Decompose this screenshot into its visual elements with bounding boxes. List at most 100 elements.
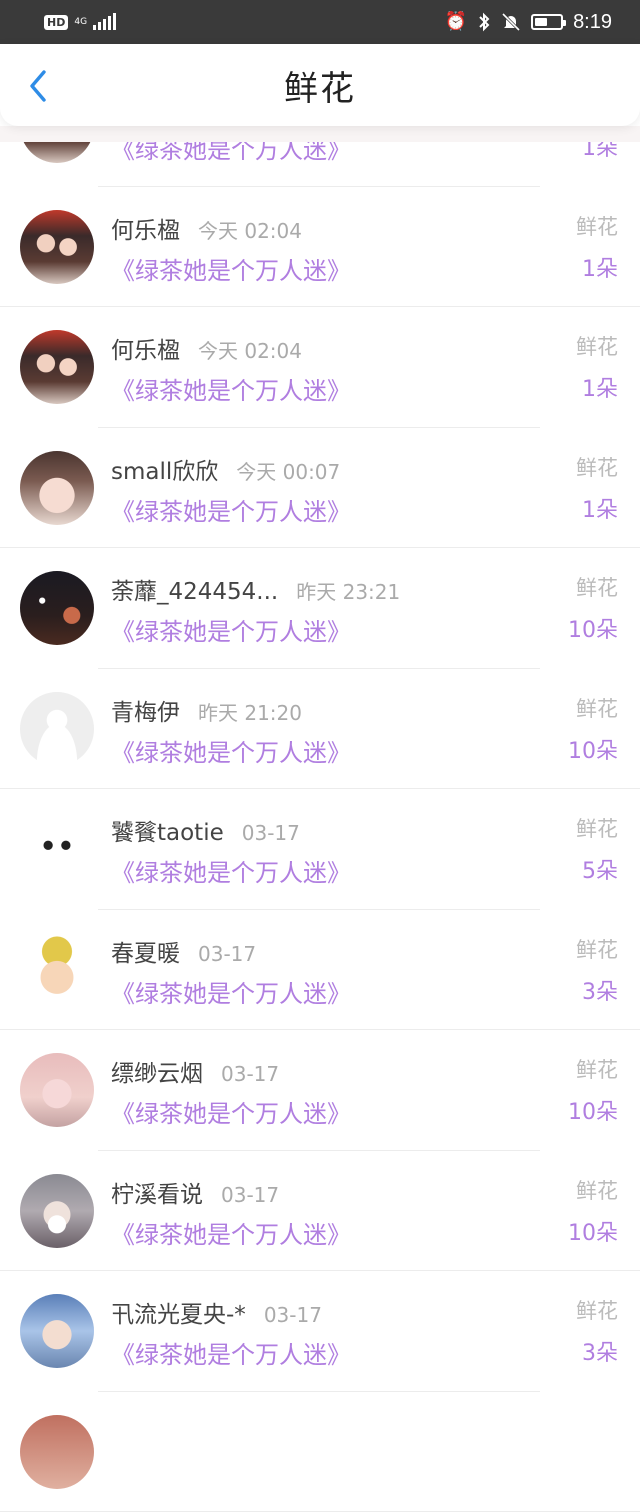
avatar-default[interactable] bbox=[20, 692, 94, 766]
timestamp: 03-17 bbox=[221, 1062, 279, 1086]
gift-type-label: 鲜花 bbox=[576, 452, 618, 482]
gift-count: 1朵 bbox=[582, 251, 618, 283]
username-text[interactable]: 饕餮taotie bbox=[111, 820, 224, 846]
gift-count: 5朵 bbox=[582, 853, 618, 885]
nav-header: 鲜花 bbox=[0, 44, 640, 126]
gift-count: 10朵 bbox=[568, 733, 618, 765]
username-text[interactable]: small欣欣 bbox=[111, 459, 218, 485]
status-time: 8:19 bbox=[573, 11, 612, 34]
username[interactable]: 卂流光夏央-* 03-17 bbox=[111, 1295, 322, 1329]
timestamp: 今天 02:04 bbox=[198, 219, 302, 243]
username-text[interactable]: 柠溪看说 bbox=[111, 1182, 203, 1208]
timestamp: 03-17 bbox=[242, 821, 300, 845]
username[interactable]: 青梅伊昨天 21:20 bbox=[111, 693, 302, 727]
book-title-link[interactable]: 《绿茶她是个万人迷》 bbox=[111, 371, 351, 406]
username-text[interactable]: 青梅伊 bbox=[111, 700, 180, 726]
timestamp: 昨天 23:21 bbox=[296, 580, 400, 604]
avatar-girl-photo[interactable] bbox=[20, 451, 94, 525]
network-type: 4G bbox=[74, 18, 87, 27]
status-left: HD 4G bbox=[44, 14, 116, 30]
avatar-panda[interactable] bbox=[20, 812, 94, 886]
gift-type-label: 鲜花 bbox=[576, 934, 618, 964]
timestamp: 今天 00:07 bbox=[236, 460, 340, 484]
book-title-link[interactable]: 《绿茶她是个万人迷》 bbox=[111, 1335, 351, 1370]
status-bar: HD 4G ⏰ 8:19 bbox=[0, 0, 640, 44]
username[interactable]: 何乐楹今天 02:04 bbox=[111, 331, 302, 365]
list-item[interactable]: 荼蘼_424454... 昨天 23:21 《绿茶她是个万人迷》 鲜花 10朵 bbox=[0, 548, 640, 669]
status-right: ⏰ 8:19 bbox=[445, 11, 612, 34]
gift-count: 10朵 bbox=[568, 612, 618, 644]
gift-type-label: 鲜花 bbox=[576, 1054, 618, 1084]
avatar-friends-photo[interactable] bbox=[20, 330, 94, 404]
gift-count: 10朵 bbox=[568, 1215, 618, 1247]
gift-count: 1朵 bbox=[582, 371, 618, 403]
list-item[interactable] bbox=[0, 1392, 640, 1512]
avatar-anime-blue[interactable] bbox=[20, 1294, 94, 1368]
gift-count: 3朵 bbox=[582, 974, 618, 1006]
username[interactable]: 春夏暖 03-17 bbox=[111, 934, 256, 968]
username-text[interactable]: 卂流光夏央-* bbox=[111, 1302, 246, 1328]
avatar-cartoon-boy[interactable] bbox=[20, 933, 94, 1007]
avatar-night-scene[interactable] bbox=[20, 571, 94, 645]
list-item[interactable]: 缥缈云烟 03-17 《绿茶她是个万人迷》 鲜花 10朵 bbox=[0, 1030, 640, 1151]
timestamp: 03-17 bbox=[221, 1183, 279, 1207]
avatar-anime-mask[interactable] bbox=[20, 1174, 94, 1248]
username-text[interactable]: 缥缈云烟 bbox=[111, 1061, 203, 1087]
username[interactable]: 缥缈云烟 03-17 bbox=[111, 1054, 279, 1088]
book-title-link[interactable]: 《绿茶她是个万人迷》 bbox=[111, 492, 351, 527]
hd-badge: HD bbox=[44, 15, 68, 30]
gift-type-label: 鲜花 bbox=[576, 331, 618, 361]
battery-icon bbox=[531, 14, 563, 30]
gift-type-label: 鲜花 bbox=[576, 572, 618, 602]
bluetooth-icon bbox=[477, 12, 491, 32]
list-item[interactable]: 柠溪看说 03-17 《绿茶她是个万人迷》 鲜花 10朵 bbox=[0, 1151, 640, 1272]
username-text[interactable]: 荼蘼_424454... bbox=[111, 579, 278, 605]
timestamp: 今天 02:04 bbox=[198, 339, 302, 363]
gift-type-label: 鲜花 bbox=[576, 211, 618, 241]
list-item[interactable]: 何乐楹今天 02:04 《绿茶她是个万人迷》 鲜花 1朵 bbox=[0, 187, 640, 308]
book-title-link[interactable]: 《绿茶她是个万人迷》 bbox=[111, 1094, 351, 1129]
book-title-link[interactable]: 《绿茶她是个万人迷》 bbox=[111, 1215, 351, 1250]
signal-icon bbox=[93, 14, 116, 30]
book-title-link[interactable]: 《绿茶她是个万人迷》 bbox=[111, 974, 351, 1009]
timestamp: 昨天 21:20 bbox=[198, 701, 302, 725]
back-button[interactable] bbox=[18, 66, 58, 106]
avatar-anime-pink[interactable] bbox=[20, 1053, 94, 1127]
gift-count: 10朵 bbox=[568, 1094, 618, 1126]
book-title-link[interactable]: 《绿茶她是个万人迷》 bbox=[111, 251, 351, 286]
username-text[interactable]: 何乐楹 bbox=[111, 218, 180, 244]
page-title: 鲜花 bbox=[284, 61, 356, 110]
mute-bell-icon bbox=[501, 12, 521, 32]
alarm-icon: ⏰ bbox=[445, 13, 467, 31]
gift-type-label: 鲜花 bbox=[576, 693, 618, 723]
list-item[interactable]: 何乐楹今天 02:04 《绿茶她是个万人迷》 鲜花 1朵 bbox=[0, 307, 640, 428]
username[interactable]: 柠溪看说 03-17 bbox=[111, 1175, 279, 1209]
list-item[interactable]: 青梅伊昨天 21:20 《绿茶她是个万人迷》 鲜花 10朵 bbox=[0, 669, 640, 790]
list-item[interactable]: 饕餮taotie 03-17 《绿茶她是个万人迷》 鲜花 5朵 bbox=[0, 789, 640, 910]
gift-count: 3朵 bbox=[582, 1335, 618, 1367]
username[interactable]: 何乐楹今天 02:04 bbox=[111, 211, 302, 245]
avatar-friends-photo[interactable] bbox=[20, 210, 94, 284]
username-text[interactable]: 春夏暖 bbox=[111, 941, 180, 967]
timestamp: 03-17 bbox=[264, 1303, 322, 1327]
network-label: 4G bbox=[74, 18, 87, 27]
username[interactable]: small欣欣今天 00:07 bbox=[111, 452, 340, 486]
book-title-link[interactable]: 《绿茶她是个万人迷》 bbox=[111, 612, 351, 647]
gift-type-label: 鲜花 bbox=[576, 813, 618, 843]
book-title-link[interactable]: 《绿茶她是个万人迷》 bbox=[111, 733, 351, 768]
list-item[interactable]: 春夏暖 03-17 《绿茶她是个万人迷》 鲜花 3朵 bbox=[0, 910, 640, 1031]
header-shadow-strip bbox=[0, 126, 640, 142]
username[interactable]: 饕餮taotie 03-17 bbox=[111, 813, 300, 847]
gift-type-label: 鲜花 bbox=[576, 1295, 618, 1325]
list-item[interactable]: 卂流光夏央-* 03-17 《绿茶她是个万人迷》 鲜花 3朵 bbox=[0, 1271, 640, 1392]
gift-count: 1朵 bbox=[582, 492, 618, 524]
chevron-left-icon bbox=[27, 69, 49, 103]
book-title-link[interactable]: 《绿茶她是个万人迷》 bbox=[111, 853, 351, 888]
gift-record-list[interactable]: 《绿茶她是个万人迷》1朵何乐楹今天 02:04《绿茶她是个万人迷》鲜花1朵何乐楹… bbox=[0, 66, 640, 1512]
gift-type-label: 鲜花 bbox=[576, 1175, 618, 1205]
list-item[interactable]: small欣欣今天 00:07 《绿茶她是个万人迷》 鲜花 1朵 bbox=[0, 428, 640, 549]
username[interactable]: 荼蘼_424454... 昨天 23:21 bbox=[111, 572, 400, 606]
avatar-partial[interactable] bbox=[20, 1415, 94, 1489]
timestamp: 03-17 bbox=[198, 942, 256, 966]
username-text[interactable]: 何乐楹 bbox=[111, 338, 180, 364]
